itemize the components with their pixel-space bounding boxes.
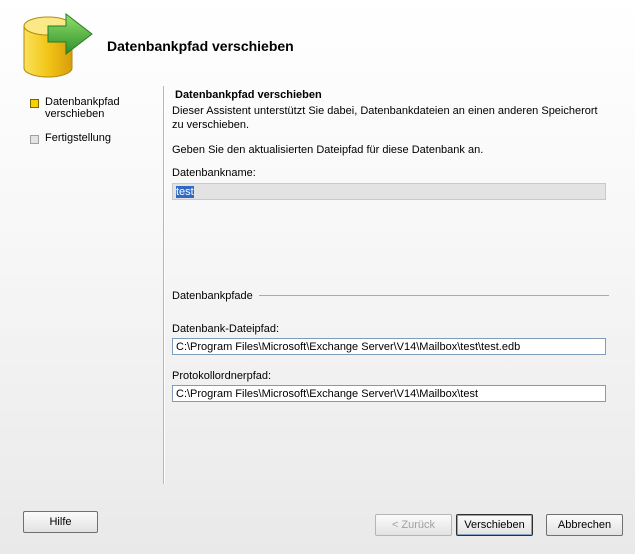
section-title: Datenbankpfad verschieben [175, 89, 322, 101]
pending-step-icon [30, 135, 39, 144]
db-file-label: Datenbank-Dateipfad: [172, 323, 280, 335]
cancel-button[interactable]: Abbrechen [546, 514, 623, 536]
wizard-steps: Datenbankpfad verschieben Fertigstellung [30, 96, 158, 156]
vertical-divider [163, 86, 164, 484]
step-move-path: Datenbankpfad verschieben [30, 96, 158, 120]
wizard-content: Datenbankpfad verschieben Dieser Assiste… [172, 89, 612, 423]
db-name-label: Datenbankname: [172, 167, 256, 179]
wizard-header: Datenbankpfad verschieben [0, 0, 635, 84]
help-button[interactable]: Hilfe [23, 511, 98, 533]
step-label: Datenbankpfad verschieben [45, 96, 120, 120]
move-button[interactable]: Verschieben [456, 514, 533, 536]
db-name-value: test [176, 186, 194, 198]
description-text: Dieser Assistent unterstützt Sie dabei, … [172, 105, 598, 131]
log-folder-label: Protokollordnerpfad: [172, 370, 272, 382]
step-completion: Fertigstellung [30, 132, 158, 144]
db-file-path-input[interactable]: C:\Program Files\Microsoft\Exchange Serv… [172, 338, 606, 355]
current-step-icon [30, 99, 39, 108]
log-folder-path-input[interactable]: C:\Program Files\Microsoft\Exchange Serv… [172, 385, 606, 402]
db-name-field[interactable]: test [172, 183, 606, 200]
group-separator [259, 295, 609, 296]
back-button[interactable]: < Zurück [375, 514, 452, 536]
step-label: Fertigstellung [45, 132, 112, 144]
database-move-icon [23, 12, 93, 78]
prompt-text: Geben Sie den aktualisierten Dateipfad f… [172, 144, 484, 156]
page-title: Datenbankpfad verschieben [107, 38, 294, 54]
group-label-db-paths: Datenbankpfade [172, 290, 253, 302]
